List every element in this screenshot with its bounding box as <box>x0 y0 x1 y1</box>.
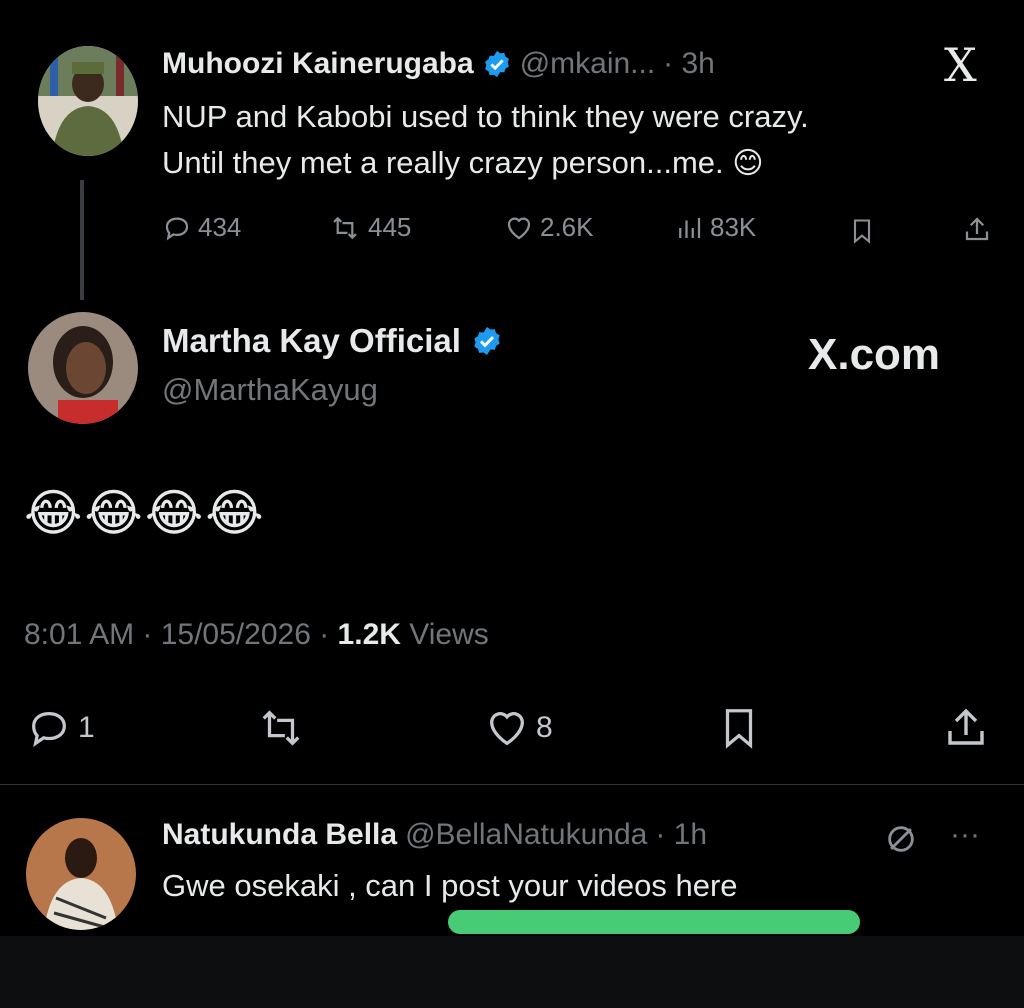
repost-count: 445 <box>368 212 412 242</box>
reply-icon <box>165 216 189 241</box>
mute-button[interactable] <box>884 822 918 861</box>
reply-author-handle[interactable]: @MarthaKayug <box>162 372 378 408</box>
reply-reply-count: 1 <box>78 711 95 744</box>
more-options-icon[interactable]: ··· <box>950 818 980 852</box>
reply-timestamp-row: 8:01 AM · 15/05/2026 · 1.2K Views <box>24 618 489 652</box>
reply-like-button[interactable]: 8 <box>484 705 553 751</box>
reply-like-count: 8 <box>536 711 553 744</box>
heart-icon <box>507 217 531 239</box>
x-logo: X <box>944 38 977 92</box>
tweet1-line2-row: Until they met a really crazy person...m… <box>162 140 809 187</box>
reply-repost-button[interactable] <box>250 705 312 756</box>
verified-badge-icon <box>484 50 509 78</box>
tweet1-line2: Until they met a really crazy person...m… <box>162 145 724 180</box>
reply-timestamp[interactable]: 8:01 AM · 15/05/2026 · <box>24 618 338 651</box>
tweet1-text: NUP and Kabobi used to think they were c… <box>162 94 809 187</box>
avatar-muhoozi[interactable] <box>38 46 138 156</box>
section-divider <box>0 784 1024 785</box>
avatar-natukunda[interactable] <box>26 818 136 930</box>
tweet1-header: Muhoozi Kainerugaba @mkain... · 3h <box>162 42 715 86</box>
author-handle[interactable]: @mkain... <box>520 47 655 81</box>
repost-icon <box>333 216 357 239</box>
bookmark-button[interactable] <box>848 216 876 251</box>
tweet3-text: Gwe osekaki , can I post your videos her… <box>162 868 738 903</box>
reply-share-button[interactable] <box>942 703 990 756</box>
smiling-emoji: 😊 <box>732 147 764 180</box>
laughing-emojis: 😂😂😂😂 <box>24 485 266 541</box>
reply-author-name[interactable]: Martha Kay Official <box>162 322 461 360</box>
slash-circle-icon <box>888 826 914 852</box>
repost-button[interactable]: 445 <box>328 212 411 243</box>
views-button[interactable]: 83K <box>674 212 756 243</box>
green-highlight <box>448 910 860 934</box>
share-icon <box>965 217 989 241</box>
bookmark-icon <box>725 709 753 749</box>
reply-header: Martha Kay Official <box>162 322 503 360</box>
tweet3-header: Natukunda Bella @BellaNatukunda · 1h <box>162 818 707 852</box>
reply-bookmark-button[interactable] <box>716 705 762 756</box>
like-count: 2.6K <box>540 212 594 242</box>
bookmark-icon <box>853 219 871 244</box>
x-com-watermark: X.com <box>808 330 941 379</box>
views-chart-icon <box>679 217 701 238</box>
reply-icon <box>32 711 66 747</box>
reply-views-count: 1.2K <box>337 618 401 651</box>
bottom-bar <box>0 936 1024 1008</box>
verified-badge-icon <box>474 327 500 355</box>
tweet1-line1: NUP and Kabobi used to think they were c… <box>162 99 809 134</box>
post-time: · 3h <box>663 47 715 80</box>
tweet3-author-handle[interactable]: @BellaNatukunda <box>405 818 647 852</box>
reply-button[interactable]: 434 <box>162 212 241 243</box>
author-name[interactable]: Muhoozi Kainerugaba <box>162 47 474 81</box>
like-button[interactable]: 2.6K <box>504 212 594 243</box>
share-button[interactable] <box>962 214 992 249</box>
avatar-martha[interactable] <box>28 312 138 424</box>
heart-icon <box>490 712 524 746</box>
tweet3-time: · 1h <box>655 818 708 851</box>
repost-icon <box>262 710 300 746</box>
reply-views-label: Views <box>400 618 489 651</box>
tweet3-author-name[interactable]: Natukunda Bella <box>162 818 397 852</box>
reply-reply-button[interactable]: 1 <box>26 705 95 751</box>
share-icon <box>948 708 984 745</box>
reply-count: 434 <box>198 212 242 242</box>
thread-line <box>80 180 84 300</box>
views-count: 83K <box>710 212 757 242</box>
